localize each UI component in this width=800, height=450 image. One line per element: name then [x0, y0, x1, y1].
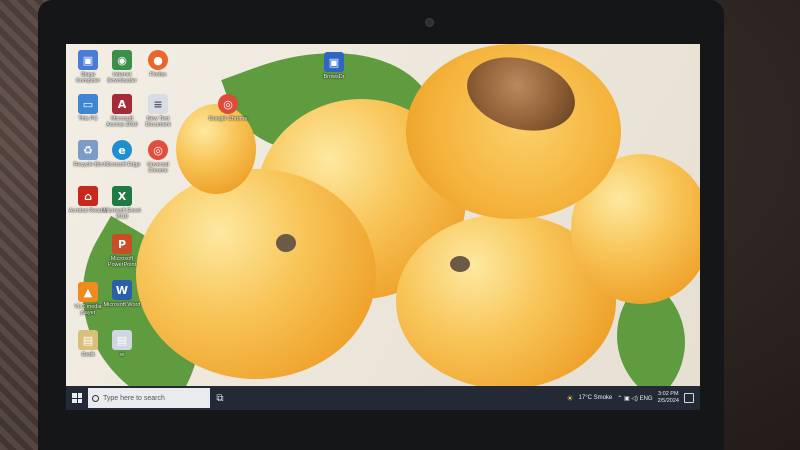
this-pc-icon: ▭ [78, 94, 98, 114]
acrobat-icon: ⌂ [78, 186, 98, 206]
desktop-icon[interactable]: e Microsoft Edge [102, 140, 142, 168]
clock-time: 3:02 PM [658, 391, 679, 397]
computer-icon: ▣ [78, 50, 98, 70]
search-icon [92, 394, 99, 402]
weather-icon[interactable]: ☀ [566, 394, 573, 403]
system-tray: ☀ 17°C Smoke ⌃ ▣ ◁) ENG 3:02 PM 2/5/2024 [566, 391, 700, 405]
file-icon: ▤ [112, 330, 132, 350]
clock[interactable]: 3:02 PM 2/5/2024 [658, 391, 679, 405]
task-view-button[interactable]: ⧉ [210, 386, 230, 410]
clock-date: 2/5/2024 [657, 398, 679, 404]
desktop-icon[interactable]: ◎ Google Chrome [208, 94, 248, 122]
desktop-icon[interactable]: ≡ New Text Document [138, 94, 178, 128]
notification-icon[interactable] [684, 393, 694, 403]
powerpoint-icon: P [112, 234, 132, 254]
search-placeholder: Type here to search [103, 394, 165, 402]
windows-icon [72, 393, 82, 403]
word-icon: W [112, 280, 132, 300]
excel-icon: X [112, 186, 132, 206]
monitor-icon: ▣ [324, 52, 344, 72]
start-button[interactable] [66, 386, 88, 410]
taskbar: Type here to search ⧉ ☀ 17°C Smoke ⌃ ▣ ◁… [66, 386, 700, 410]
tray-icons[interactable]: ⌃ ▣ ◁) ENG [617, 395, 652, 402]
desktop-icon[interactable]: A Microsoft Access 2010 [102, 94, 142, 128]
desktop-icon[interactable]: ◉ Internet Downloader [102, 50, 142, 84]
chrome-icon: ◎ [218, 94, 238, 114]
edge-icon: e [112, 140, 132, 160]
desktop-icon[interactable]: X Microsoft Excel 2010 [102, 186, 142, 220]
desktop-icon[interactable]: P Microsoft PowerPoint [102, 234, 142, 268]
webcam-icon [425, 18, 434, 27]
search-box[interactable]: Type here to search [88, 388, 210, 408]
desktop-screen: ▣ Stage Computer ◉ Internet Downloader ●… [66, 44, 700, 410]
firefox-icon: ● [148, 50, 168, 70]
globe-download-icon: ◉ [112, 50, 132, 70]
desktop-icon[interactable]: ◎ Unversal Chrome [138, 140, 178, 174]
desktop-icon[interactable]: W Microsoft Word [102, 280, 142, 308]
recycle-bin-icon: ♻ [78, 140, 98, 160]
text-document-icon: ≡ [148, 94, 168, 114]
file-icon: ▤ [78, 330, 98, 350]
desktop-icon[interactable]: ▣ BrowsDr [314, 52, 354, 80]
chrome-variant-icon: ◎ [148, 140, 168, 160]
desktop-icon[interactable]: ● Firefox [138, 50, 178, 78]
weather-text[interactable]: 17°C Smoke [579, 395, 613, 401]
desktop-icon[interactable]: ▤ w [102, 330, 142, 358]
vlc-icon: ▲ [78, 282, 98, 302]
access-icon: A [112, 94, 132, 114]
